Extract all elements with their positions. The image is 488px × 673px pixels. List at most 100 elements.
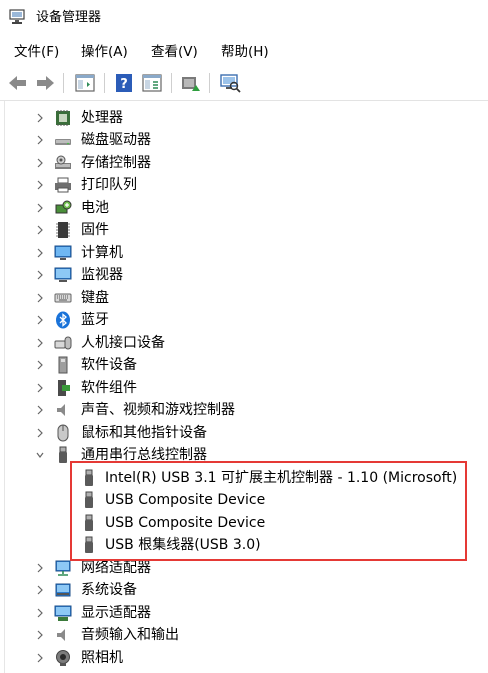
tree-item-cameras[interactable]: 照相机	[0, 647, 488, 669]
tree-item-sound-video-game[interactable]: 声音、视频和游戏控制器	[0, 399, 488, 421]
tree-item-label: 磁盘驱动器	[81, 132, 151, 148]
tree-item-software-devices[interactable]: 软件设备	[0, 354, 488, 376]
tree-item-label: 显示适配器	[81, 605, 151, 621]
tree-item-label: 人机接口设备	[81, 335, 165, 351]
menu-bar: 文件(F) 操作(A) 查看(V) 帮助(H)	[0, 38, 488, 66]
menu-view[interactable]: 查看(V)	[151, 44, 198, 60]
display-adapter-icon	[54, 605, 72, 621]
battery-icon	[55, 200, 72, 214]
tree-item-label: 存储控制器	[81, 155, 151, 171]
tree-item-firmware[interactable]: 固件	[0, 219, 488, 241]
tree-item-storage-controllers[interactable]: 存储控制器	[0, 152, 488, 174]
tree-item-print-queues[interactable]: 打印队列	[0, 174, 488, 196]
tree-item-computer[interactable]: 计算机	[0, 242, 488, 264]
chevron-right-icon[interactable]	[35, 292, 45, 304]
tree-item-label: 固件	[81, 222, 109, 238]
tree-item-display-adapters[interactable]: 显示适配器	[0, 602, 488, 624]
hid-icon	[54, 336, 72, 350]
tree-item-label: 网络适配器	[81, 560, 151, 576]
software-component-icon	[58, 380, 70, 396]
toolbar-separator	[63, 73, 64, 93]
storage-controller-icon	[55, 155, 71, 169]
tree-item-label: 软件设备	[81, 357, 137, 373]
tree-item-system-devices[interactable]: 系统设备	[0, 579, 488, 601]
menu-help[interactable]: 帮助(H)	[221, 44, 269, 60]
bluetooth-icon	[56, 311, 70, 329]
svg-text:?: ?	[120, 77, 128, 92]
tree-item-label: 打印队列	[81, 177, 137, 193]
tree-item-label: 音频输入和输出	[81, 627, 179, 643]
chevron-right-icon[interactable]	[35, 382, 45, 394]
tree-item-software-components[interactable]: 软件组件	[0, 377, 488, 399]
audio-io-icon	[57, 629, 65, 641]
tree-item-label: 处理器	[81, 110, 123, 126]
tree-item-label: 声音、视频和游戏控制器	[81, 402, 235, 418]
toolbar-separator	[209, 73, 210, 93]
chevron-down-icon[interactable]	[35, 449, 45, 461]
tree-item-label: 蓝牙	[81, 312, 109, 328]
chevron-right-icon[interactable]	[35, 359, 45, 371]
sound-icon	[57, 404, 65, 416]
computer-icon	[54, 245, 72, 260]
chevron-right-icon[interactable]	[35, 607, 45, 619]
menu-action[interactable]: 操作(A)	[81, 44, 128, 60]
tree-item-label: 监视器	[81, 267, 123, 283]
keyboard-icon	[54, 293, 72, 303]
tree-item-label: 照相机	[81, 650, 123, 666]
chevron-right-icon[interactable]	[35, 404, 45, 416]
properties-icon[interactable]	[140, 71, 164, 95]
help-icon[interactable]: ?	[112, 71, 136, 95]
toolbar-separator	[104, 73, 105, 93]
chevron-right-icon[interactable]	[35, 629, 45, 641]
tree-item-hid[interactable]: 人机接口设备	[0, 332, 488, 354]
chevron-right-icon[interactable]	[35, 427, 45, 439]
forward-icon[interactable]	[33, 71, 57, 95]
chevron-right-icon[interactable]	[35, 652, 45, 664]
chevron-right-icon[interactable]	[35, 314, 45, 326]
device-tree[interactable]: 处理器 磁盘驱动器 存储控制器 打印队列 电池 固件 计算机 监视器 键盘 蓝牙…	[0, 101, 488, 673]
firmware-icon	[56, 222, 70, 238]
camera-icon	[56, 650, 70, 666]
update-driver-icon[interactable]	[178, 71, 202, 95]
tree-item-label: 软件组件	[81, 380, 137, 396]
menu-file[interactable]: 文件(F)	[14, 44, 59, 60]
system-device-icon	[55, 583, 71, 597]
chevron-right-icon[interactable]	[35, 179, 45, 191]
chevron-right-icon[interactable]	[35, 337, 45, 349]
title-bar: 设备管理器	[0, 0, 488, 36]
tree-item-label: 系统设备	[81, 582, 137, 598]
highlight-box	[70, 461, 467, 561]
chevron-right-icon[interactable]	[35, 269, 45, 281]
scan-hardware-icon[interactable]	[218, 71, 242, 95]
network-adapter-icon	[55, 560, 71, 576]
chevron-right-icon[interactable]	[35, 134, 45, 146]
tree-item-audio-io[interactable]: 音频输入和输出	[0, 624, 488, 646]
tree-item-label: 鼠标和其他指针设备	[81, 425, 207, 441]
tree-item-label: 键盘	[81, 290, 109, 306]
toolbar: ?	[0, 66, 488, 101]
disk-drive-icon	[55, 139, 71, 145]
printer-icon	[55, 177, 71, 193]
mouse-icon	[57, 424, 69, 442]
tree-item-bluetooth[interactable]: 蓝牙	[0, 309, 488, 331]
tree-item-keyboards[interactable]: 键盘	[0, 287, 488, 309]
software-device-icon	[58, 356, 68, 374]
tree-item-label: 计算机	[81, 245, 123, 261]
chevron-right-icon[interactable]	[35, 157, 45, 169]
chevron-right-icon[interactable]	[35, 112, 45, 124]
chevron-right-icon[interactable]	[35, 247, 45, 259]
tree-item-monitors[interactable]: 监视器	[0, 264, 488, 286]
tree-item-mice[interactable]: 鼠标和其他指针设备	[0, 422, 488, 444]
tree-item-label: 电池	[81, 200, 109, 216]
chevron-right-icon[interactable]	[35, 202, 45, 214]
chevron-right-icon[interactable]	[35, 562, 45, 574]
show-hide-tree-icon[interactable]	[73, 71, 97, 95]
chevron-right-icon[interactable]	[35, 224, 45, 236]
back-icon[interactable]	[6, 71, 30, 95]
tree-item-batteries[interactable]: 电池	[0, 197, 488, 219]
window-title: 设备管理器	[36, 10, 102, 25]
tree-item-processor[interactable]: 处理器	[0, 107, 488, 129]
tree-item-disk-drives[interactable]: 磁盘驱动器	[0, 129, 488, 151]
chevron-right-icon[interactable]	[35, 584, 45, 596]
processor-icon	[56, 110, 70, 126]
